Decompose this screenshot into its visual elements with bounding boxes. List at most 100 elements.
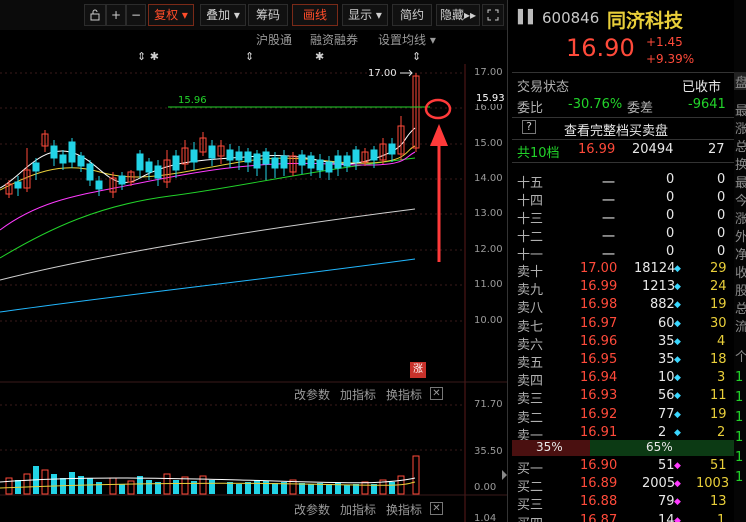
candlestick-chart[interactable]: 15.96 17.00	[0, 64, 507, 522]
zoom-out-icon[interactable]: −	[126, 4, 146, 26]
depth-cnt: 29	[710, 261, 727, 276]
depth-price: 16.93	[580, 388, 618, 404]
yincang-label: 隐藏	[439, 8, 464, 22]
depth-price: 16.91	[580, 424, 618, 440]
depth-row[interactable]: 卖四 16.94 10 ◆ 3	[512, 370, 734, 389]
depth-marker-icon: ◆	[674, 373, 681, 384]
fullscreen-icon[interactable]	[482, 4, 504, 26]
depth-row: 十二 一 0 0	[512, 226, 734, 245]
depth-marker-icon: ◆	[674, 461, 681, 471]
params-link[interactable]: 改参数	[294, 386, 330, 403]
depth-row[interactable]: 买二 16.89 2005 ◆ 1003	[512, 476, 734, 495]
jianyue-button[interactable]: 简约	[392, 4, 432, 26]
depth-marker-icon: ◆	[674, 282, 681, 293]
depth-row[interactable]: 卖八 16.98 882 ◆ 19	[512, 297, 734, 316]
y-label: 15.00	[474, 138, 503, 149]
ma120-line	[0, 258, 416, 313]
strip-char: 净	[735, 248, 746, 263]
depth-row[interactable]: 卖九 16.99 1213 ◆ 24	[512, 279, 734, 298]
depth-label: 卖七	[517, 319, 544, 335]
strip-num: 1	[735, 470, 744, 485]
full-book-row[interactable]: ? 查看完整档买卖盘	[512, 120, 734, 139]
event-mark-icon[interactable]: ⇕	[245, 50, 254, 63]
huaxian-button[interactable]: 画线	[292, 4, 338, 26]
add-indicator-link[interactable]: 加指标	[340, 501, 376, 518]
depth-vol: 882	[650, 297, 675, 313]
depth-label: 卖二	[517, 410, 544, 426]
depth-marker-icon: ◆	[674, 391, 681, 402]
chouma-button[interactable]: 筹码	[248, 4, 288, 26]
depth-row[interactable]: 卖三 16.93 56 ◆ 11	[512, 388, 734, 407]
depth-row[interactable]: 买三 16.88 79 ◆ 13	[512, 494, 734, 513]
depth-marker-icon: ◆	[674, 318, 681, 329]
change-indicator-link[interactable]: 换指标	[386, 386, 422, 403]
xianshi-dropdown[interactable]: 显示 ▾	[342, 4, 388, 26]
depth-vol: 0	[666, 226, 675, 241]
lock-icon[interactable]	[84, 4, 106, 26]
strip-char: 总	[735, 140, 746, 155]
strip-num: 1	[735, 430, 744, 445]
fuquan-dropdown[interactable]: 复权 ▾	[148, 4, 194, 26]
y-label: 10.00	[474, 315, 503, 326]
close-icon[interactable]: ✕	[430, 387, 443, 400]
ma-setting-dropdown[interactable]: 设置均线 ▾	[378, 31, 436, 48]
event-mark-icon[interactable]: ⇕ ✱	[137, 50, 159, 63]
params-link[interactable]: 改参数	[294, 501, 330, 518]
depth-row[interactable]: 卖六 16.96 35 ◆ 4	[512, 333, 734, 353]
volume-bars	[0, 455, 420, 495]
summary-row: 共10档 16.99 20494 27	[512, 142, 734, 161]
change-indicator-link[interactable]: 换指标	[386, 501, 422, 518]
help-icon[interactable]: ?	[522, 120, 536, 134]
pan-tab[interactable]: 盘	[734, 72, 746, 91]
depth-row[interactable]: 买一 16.90 51 ◆ 51	[512, 458, 734, 477]
depth-vol: 2005	[642, 476, 676, 492]
depth-price: 一	[602, 212, 616, 227]
depth-price: 16.90	[580, 458, 618, 473]
indicator-y-label: 1.04	[474, 513, 497, 522]
add-indicator-link[interactable]: 加指标	[340, 386, 376, 403]
depth-label: 十二	[517, 230, 544, 245]
depth-label: 买四	[517, 513, 543, 522]
diejia-dropdown[interactable]: 叠加 ▾	[200, 4, 246, 26]
depth-cnt: 0	[717, 208, 726, 223]
zoom-in-icon[interactable]: +	[106, 4, 126, 26]
depth-cnt: 19	[710, 297, 727, 313]
depth-row[interactable]: 买四 16.87 14◆ 1	[512, 513, 734, 522]
depth-vol: 0	[666, 172, 675, 187]
depth-row[interactable]: 卖五 16.95 35 ◆ 18	[512, 352, 734, 371]
depth-price: 16.94	[580, 370, 618, 386]
quote-panel: ▌▌ 600846 同济科技 16.90 +1.45 +9.39% 交易状态 已…	[512, 0, 734, 522]
reference-line-label: 15.96	[178, 95, 207, 106]
yincang-button[interactable]: 隐藏▸▸	[436, 4, 480, 26]
depth-cnt: 4	[717, 333, 726, 349]
depth-price: 16.89	[580, 476, 618, 492]
strip-num: 1	[735, 390, 744, 405]
depth-marker-icon: ◆	[674, 497, 681, 508]
status-value: 已收市	[682, 80, 722, 95]
depth-cnt: 1003	[696, 476, 730, 492]
depth-price: 一	[602, 230, 616, 245]
depth-row: 十四 一 0 0	[512, 190, 734, 209]
depth-cnt: 0	[717, 244, 726, 259]
strip-num: 1	[735, 450, 744, 465]
strip-tab2[interactable]: 个	[735, 346, 746, 365]
close-icon[interactable]: ✕	[430, 502, 443, 515]
diejia-label: 叠加	[206, 8, 231, 22]
candle-group	[5, 73, 420, 198]
event-marks: ⇕ ✱ ⇕ ✱ ⇕	[0, 50, 507, 64]
depth-row[interactable]: 卖二 16.92 77 ◆ 19	[512, 407, 734, 426]
divider	[512, 72, 734, 73]
stock-menu-icon[interactable]: ▌▌	[518, 10, 538, 25]
depth-row[interactable]: 卖七 16.97 60 ◆ 30	[512, 316, 734, 335]
event-mark-icon[interactable]: ✱	[315, 50, 324, 63]
depth-label: 十三	[517, 212, 544, 227]
event-mark-icon[interactable]: ⇕	[412, 50, 421, 63]
full-book-link[interactable]: 查看完整档买卖盘	[564, 120, 668, 139]
depth-cnt: 11	[710, 388, 727, 404]
rongzirongquan-link[interactable]: 融资融券	[310, 31, 358, 48]
depth-price: 17.00	[580, 261, 618, 276]
hugutong-link[interactable]: 沪股通	[256, 31, 292, 48]
depth-row[interactable]: 卖十 17.00 18124 ◆ 29	[512, 261, 734, 280]
depth-vol: 1213	[642, 279, 676, 295]
depth-vol: 79	[658, 494, 675, 510]
